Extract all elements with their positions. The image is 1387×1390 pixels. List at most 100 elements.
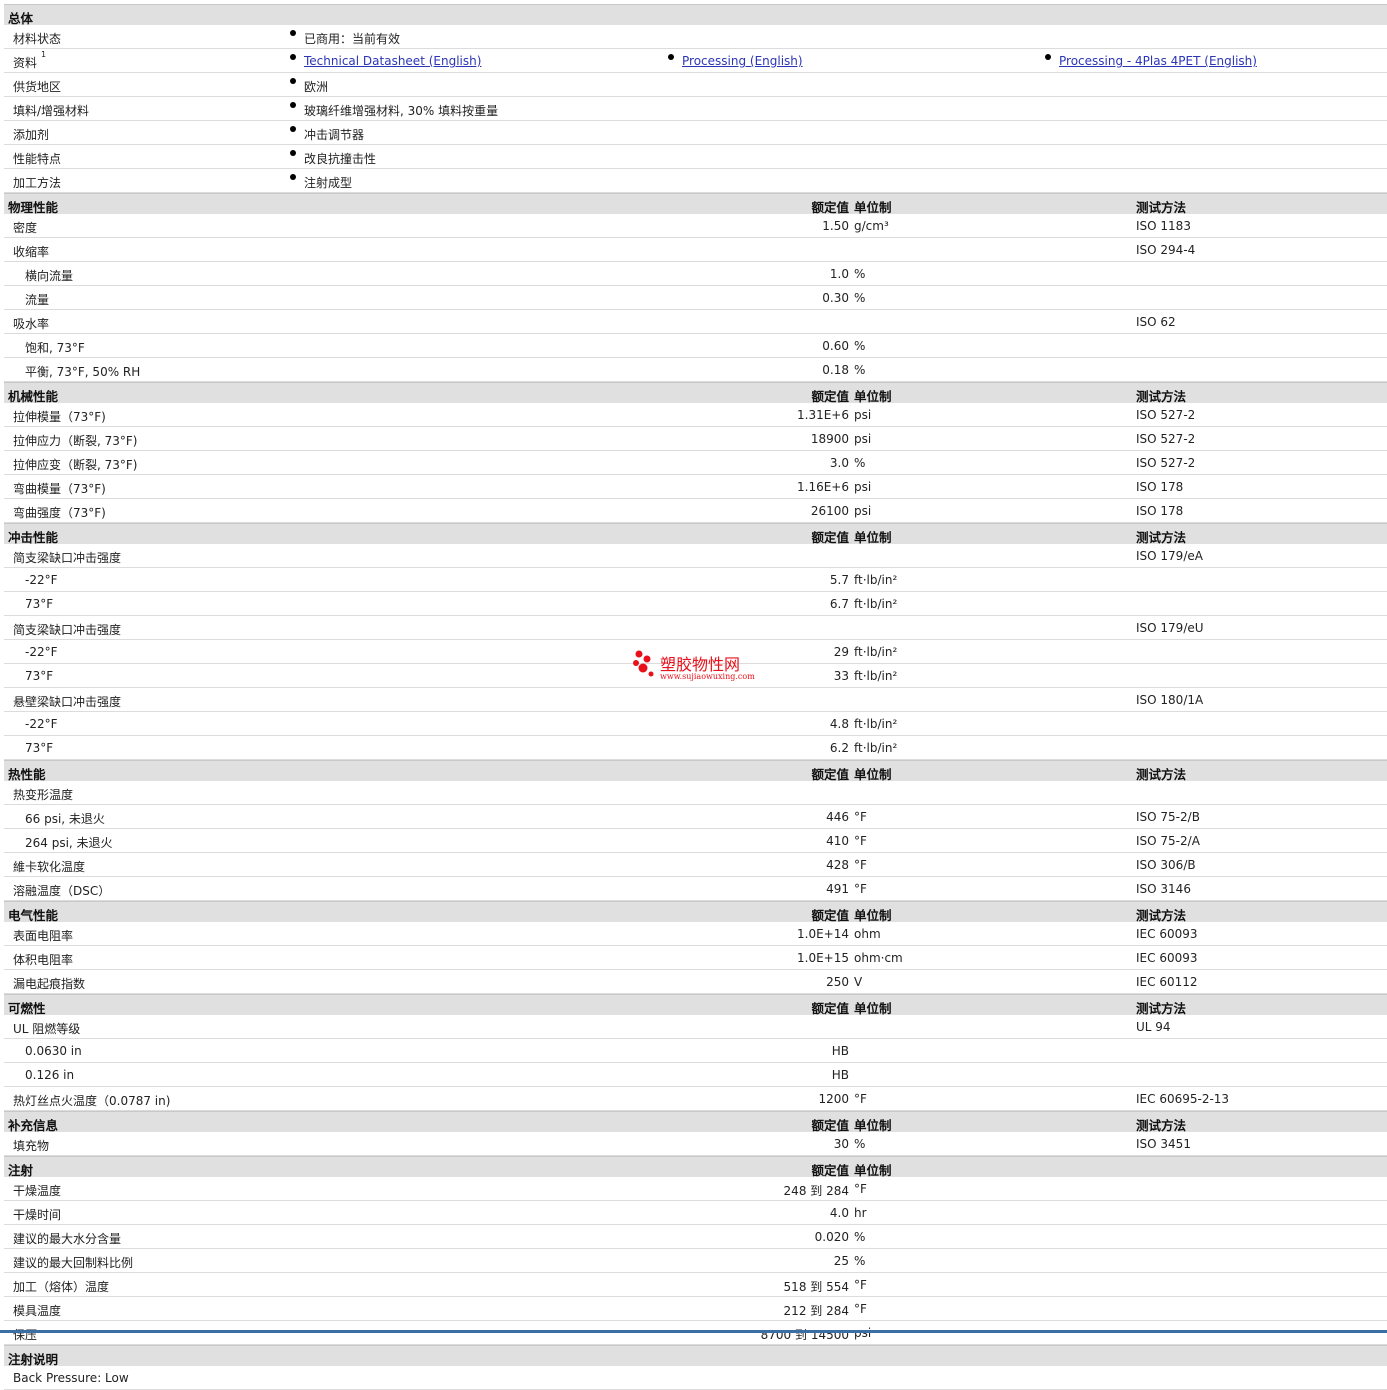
general-row: 供货地区 欧洲 xyxy=(4,73,1387,97)
property-label: 密度 xyxy=(13,221,38,235)
property-value: 0.18 xyxy=(822,363,849,377)
test-method: ISO 306/B xyxy=(1136,858,1196,872)
property-label: 264 psi, 未退火 xyxy=(25,836,113,850)
document-link[interactable]: Technical Datasheet (English) xyxy=(304,54,481,68)
property-value: HB xyxy=(831,1068,849,1082)
property-unit: % xyxy=(854,1254,866,1268)
property-row: 溶融温度（DSC） 491 °F ISO 3146 xyxy=(4,877,1387,901)
property-label: 73°F xyxy=(25,741,54,755)
bullet-icon xyxy=(668,54,674,60)
property-label: 收缩率 xyxy=(13,245,50,259)
property-row: 拉伸应变（断裂, 73°F) 3.0% ISO 527-2 xyxy=(4,451,1387,475)
property-row: 73°F 6.7 ft·lb/in² xyxy=(4,592,1387,616)
row-label: 性能特点 xyxy=(13,152,62,166)
property-value: 1.0E+15 xyxy=(797,951,849,965)
property-unit: °F xyxy=(854,1092,867,1106)
property-unit: psi xyxy=(854,1326,872,1340)
property-label: 干燥时间 xyxy=(13,1208,62,1222)
property-unit: ohm xyxy=(854,927,881,941)
test-method: ISO 180/1A xyxy=(1136,693,1204,707)
property-unit: °F xyxy=(854,1278,867,1292)
property-label: 拉伸应力（断裂, 73°F) xyxy=(13,434,138,448)
property-unit: V xyxy=(854,975,863,989)
property-value: 250 xyxy=(826,975,849,989)
test-method: ISO 3146 xyxy=(1136,882,1191,896)
property-label: 溶融温度（DSC） xyxy=(13,884,111,898)
test-method: ISO 527-2 xyxy=(1136,456,1196,470)
property-row: -22°F 5.7 ft·lb/in² xyxy=(4,568,1387,592)
property-value: 25 xyxy=(833,1254,849,1268)
test-method: ISO 62 xyxy=(1136,315,1176,329)
property-row: 饱和, 73°F 0.60% xyxy=(4,334,1387,358)
logo-dots-icon xyxy=(633,650,654,677)
item-text: 改良抗撞击性 xyxy=(304,152,377,166)
property-value: 0.30 xyxy=(822,291,849,305)
test-method: ISO 527-2 xyxy=(1136,408,1196,422)
property-label: 加工（熔体）温度 xyxy=(13,1280,110,1294)
property-row: 加工（熔体）温度 518 到 554 °F xyxy=(4,1273,1387,1297)
property-label: 0.126 in xyxy=(25,1068,75,1082)
property-value: 0.60 xyxy=(822,339,849,353)
property-label: 建议的最大回制料比例 xyxy=(13,1256,134,1270)
property-row: -22°F 4.8 ft·lb/in² xyxy=(4,712,1387,736)
property-unit: hr xyxy=(854,1206,867,1220)
watermark-logo: 塑胶物性网 www.sujiaowuxing.com xyxy=(630,650,760,686)
bullet-icon xyxy=(290,54,296,60)
property-row: 表面电阻率 1.0E+14 ohm IEC 60093 xyxy=(4,922,1387,946)
property-value: 4.0 xyxy=(829,1206,849,1220)
test-method: ISO 178 xyxy=(1136,480,1184,494)
document-link[interactable]: Processing - 4Plas 4PET (English) xyxy=(1059,54,1257,68)
property-row: 吸水率 ISO 62 xyxy=(4,310,1387,334)
property-row: 干燥温度 248 到 284 °F xyxy=(4,1177,1387,1201)
property-value: HB xyxy=(831,1044,849,1058)
property-value: 6.2 xyxy=(829,741,849,755)
property-value: 428 xyxy=(826,858,849,872)
property-label: 平衡, 73°F, 50% RH xyxy=(25,365,141,379)
row-label: 供货地区 xyxy=(13,80,62,94)
property-row: 0.126 in HB xyxy=(4,1063,1387,1087)
property-row: 体积电阻率 1.0E+15 ohm·cm IEC 60093 xyxy=(4,946,1387,970)
section-header: 电气性能 额定值 单位制 测试方法 xyxy=(4,901,1387,923)
document-link-text[interactable]: Processing (English) xyxy=(682,54,803,68)
test-method: ISO 179/eA xyxy=(1136,549,1203,563)
section-header: 热性能 额定值 单位制 测试方法 xyxy=(4,760,1387,782)
test-method: UL 94 xyxy=(1136,1020,1171,1034)
general-row: 填料/增强材料 玻璃纤维增强材料, 30% 填料按重量 xyxy=(4,97,1387,121)
document-link-text[interactable]: Technical Datasheet (English) xyxy=(304,54,481,68)
property-unit: ft·lb/in² xyxy=(854,573,898,587)
property-value: 6.7 xyxy=(829,597,849,611)
property-unit: psi xyxy=(854,432,872,446)
section-header: 冲击性能 额定值 单位制 测试方法 xyxy=(4,523,1387,545)
property-row: 弯曲模量（73°F) 1.16E+6 psi ISO 178 xyxy=(4,475,1387,499)
test-method: ISO 1183 xyxy=(1136,219,1191,233)
bullet-icon xyxy=(290,174,296,180)
document-link-text[interactable]: Processing - 4Plas 4PET (English) xyxy=(1059,54,1257,68)
property-value: 8700 到 14500 xyxy=(760,1328,849,1342)
property-unit: ft·lb/in² xyxy=(854,597,898,611)
test-method: ISO 178 xyxy=(1136,504,1184,518)
property-label: 简支梁缺口冲击强度 xyxy=(13,623,122,637)
property-value: 29 xyxy=(833,645,849,659)
section-header: 补充信息 额定值 单位制 测试方法 xyxy=(4,1111,1387,1133)
property-row: 收缩率 ISO 294-4 xyxy=(4,238,1387,262)
property-unit: psi xyxy=(854,504,872,518)
property-label: 填充物 xyxy=(13,1139,50,1153)
document-link[interactable]: Processing (English) xyxy=(682,54,803,68)
property-row: 流量 0.30% xyxy=(4,286,1387,310)
test-method: ISO 3451 xyxy=(1136,1137,1191,1151)
row-label: 添加剂 xyxy=(13,128,50,142)
property-value: 1.31E+6 xyxy=(797,408,849,422)
property-value: 212 到 284 xyxy=(783,1304,849,1318)
property-row: 0.0630 in HB xyxy=(4,1039,1387,1063)
property-unit: °F xyxy=(854,810,867,824)
bullet-icon xyxy=(1045,54,1051,60)
property-unit: ft·lb/in² xyxy=(854,717,898,731)
property-value: 0.020 xyxy=(814,1230,849,1244)
property-label: 流量 xyxy=(25,293,50,307)
test-method: IEC 60112 xyxy=(1136,975,1198,989)
property-label: -22°F xyxy=(25,645,58,659)
item-text: 欧洲 xyxy=(304,80,329,94)
property-label: 悬壁梁缺口冲击强度 xyxy=(13,695,122,709)
property-row: 简支梁缺口冲击强度 ISO 179/eU xyxy=(4,616,1387,640)
property-row: 悬壁梁缺口冲击强度 ISO 180/1A xyxy=(4,688,1387,712)
